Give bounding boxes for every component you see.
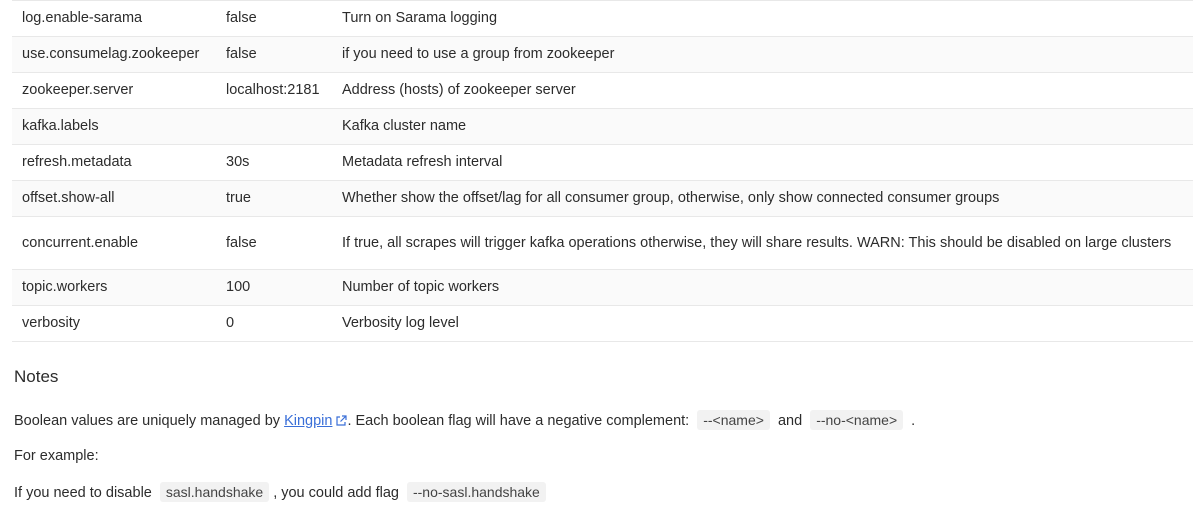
notes-text: . bbox=[907, 413, 916, 429]
notes-text: . Each boolean flag will have a negative… bbox=[347, 413, 694, 429]
flag-default: 100 bbox=[226, 279, 251, 295]
flags-table-wrapper: log.enable-sarama false Turn on Sarama l… bbox=[12, 0, 1193, 342]
flag-default bbox=[216, 109, 332, 145]
notes-heading: Notes bbox=[14, 367, 59, 386]
kingpin-link[interactable]: Kingpin bbox=[284, 413, 332, 429]
external-link-icon[interactable] bbox=[335, 413, 348, 433]
table-row: offset.show-all true Whether show the of… bbox=[12, 180, 1193, 217]
flag-name: kafka.labels bbox=[22, 118, 99, 134]
notes-paragraph-boolean: Boolean values are uniquely managed by K… bbox=[14, 410, 915, 433]
flag-description: Number of topic workers bbox=[342, 279, 500, 295]
notes-paragraph-disable: If you need to disable sasl.handshake, y… bbox=[14, 482, 550, 503]
flag-default: 30s bbox=[226, 154, 250, 170]
inline-code: --no-<name> bbox=[810, 410, 904, 430]
inline-code: --<name> bbox=[697, 410, 770, 430]
flag-default: false bbox=[226, 10, 257, 26]
flag-name: concurrent.enable bbox=[22, 234, 139, 251]
table-row: kafka.labels Kafka cluster name bbox=[12, 108, 1193, 145]
table-row: concurrent.enable false If true, all scr… bbox=[12, 216, 1193, 270]
flag-description: Whether show the offset/lag for all cons… bbox=[342, 190, 1000, 206]
flag-name: log.enable-sarama bbox=[22, 10, 143, 26]
notes-text: , you could add flag bbox=[273, 485, 403, 501]
flags-table: log.enable-sarama false Turn on Sarama l… bbox=[12, 0, 1193, 342]
flag-default: localhost:2181 bbox=[226, 82, 320, 98]
table-row: topic.workers 100 Number of topic worker… bbox=[12, 269, 1193, 306]
flag-default: false bbox=[226, 234, 257, 251]
table-row: use.consumelag.zookeeper false if you ne… bbox=[12, 36, 1193, 73]
flag-name: refresh.metadata bbox=[22, 154, 132, 170]
flag-name: offset.show-all bbox=[22, 190, 115, 206]
table-row: log.enable-sarama false Turn on Sarama l… bbox=[12, 0, 1193, 37]
flag-default: false bbox=[226, 46, 257, 62]
notes-text: If you need to disable bbox=[14, 485, 156, 501]
flag-description: Kafka cluster name bbox=[342, 118, 467, 134]
flag-description: Address (hosts) of zookeeper server bbox=[342, 82, 576, 98]
notes-text: and bbox=[773, 413, 807, 429]
inline-code: sasl.handshake bbox=[159, 482, 270, 502]
flag-description: Turn on Sarama logging bbox=[342, 10, 498, 26]
notes-section: Notes Boolean values are uniquely manage… bbox=[14, 363, 1184, 502]
flag-name: topic.workers bbox=[22, 279, 108, 295]
flag-default: true bbox=[226, 190, 251, 206]
flag-name: verbosity bbox=[22, 315, 81, 331]
notes-paragraph-example: For example: bbox=[14, 448, 99, 464]
flag-default: 0 bbox=[226, 315, 235, 331]
flag-description: If true, all scrapes will trigger kafka … bbox=[342, 234, 1172, 251]
flag-description: Verbosity log level bbox=[342, 315, 459, 331]
flag-description: Metadata refresh interval bbox=[342, 154, 503, 170]
flag-name: use.consumelag.zookeeper bbox=[22, 46, 200, 62]
table-row: verbosity 0 Verbosity log level bbox=[12, 305, 1193, 342]
inline-code: --no-sasl.handshake bbox=[406, 482, 546, 502]
table-row: refresh.metadata 30s Metadata refresh in… bbox=[12, 144, 1193, 181]
table-row: zookeeper.server localhost:2181 Address … bbox=[12, 72, 1193, 109]
notes-text: Boolean values are uniquely managed by bbox=[14, 413, 285, 429]
flag-name: zookeeper.server bbox=[22, 82, 134, 98]
flag-description: if you need to use a group from zookeepe… bbox=[342, 46, 615, 62]
